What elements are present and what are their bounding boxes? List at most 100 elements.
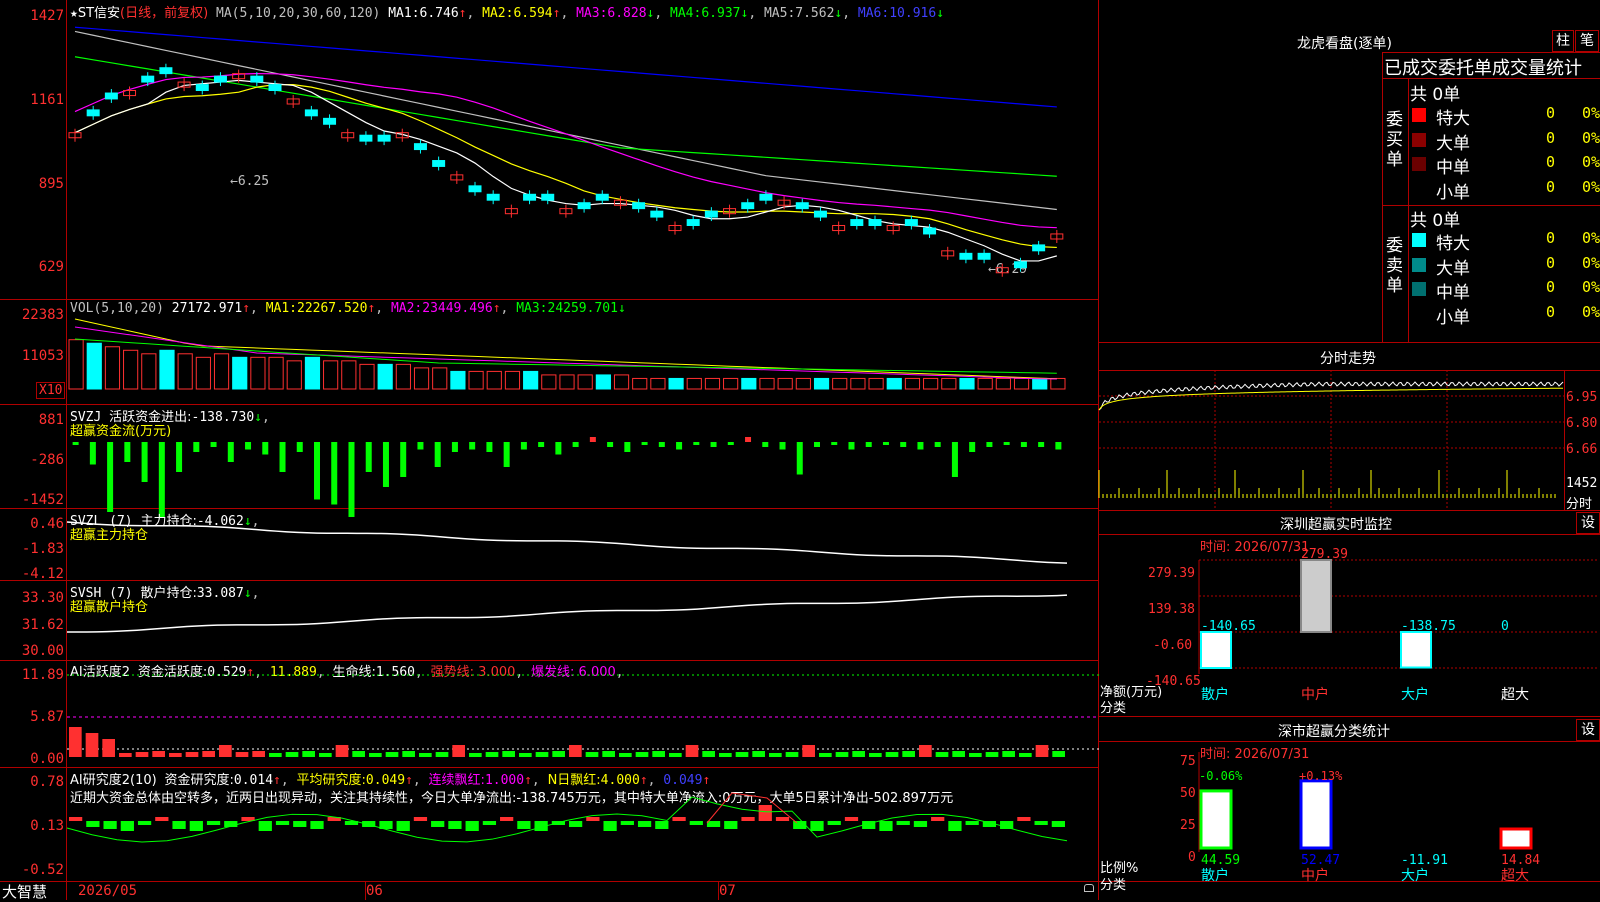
flow-bar [1003,442,1010,445]
volume-chart[interactable] [67,301,1099,401]
flow-bar [865,442,872,447]
flow-bar [814,442,820,447]
research-bar [931,817,945,821]
retail-holding-chart[interactable] [66,582,1099,660]
candlestick-chart[interactable] [67,18,1099,298]
flow-bar [986,442,993,447]
candle-body [704,210,718,218]
candle-body [1013,261,1027,269]
flow-bar [1038,442,1045,447]
flow-bar [262,442,269,455]
research-bar [758,805,772,821]
volume-bar [595,374,611,390]
sc-category-label: 超大 [1501,868,1529,884]
sell-orders-label: 委卖单 [1386,236,1404,296]
sc-classification-chart[interactable]: 44.59散户 52.47中户 -11.91大户 14.84超大 -0.06% +0.13… [1198,742,1599,884]
activity-bar [969,753,982,757]
candle-body [304,109,318,117]
intraday-tick-2: 6.80 [1566,416,1598,431]
flow-bar [417,442,424,450]
candle-body [541,193,555,201]
flow-bar [210,442,217,447]
candle-body [159,67,173,75]
sell-row-name-0: 特大 [1436,234,1470,254]
activity-bar [269,753,282,757]
sc-settings-button[interactable]: 设 [1576,719,1600,741]
candle-body [759,193,773,201]
main-holding-chart[interactable] [66,510,1099,580]
volume-bar [977,377,993,390]
flow-bar [745,437,752,442]
sc-top-label: -0.06% [1199,769,1243,783]
candle-body [977,252,991,260]
candle-body [1032,244,1046,252]
volume-bar [377,363,393,390]
buy-row-name-1: 大单 [1436,133,1470,154]
volume-bar [232,356,248,390]
sz-bar-value: -138.75 [1401,619,1456,634]
activity-bar [852,751,865,757]
activity-bar [869,753,882,757]
candle-body [650,210,664,218]
sz-settings-button[interactable]: 设 [1576,512,1600,534]
volume-bar [159,349,175,390]
activity-bar [152,751,165,757]
sz-tick-2: 139.38 [1148,602,1195,617]
sell-row-val-1: 0 [1546,253,1556,272]
sz-monitor-chart[interactable]: -140.65 散户 279.39 中户 -138.75 大户 0 超大 [1198,536,1599,716]
volume-bar [686,377,702,390]
volume-bar [650,377,666,390]
volume-bar [1013,377,1030,390]
activity-bar [752,751,765,757]
candle-body [813,210,827,218]
flow-bar [107,442,114,512]
sell-row-pct-0: 0% [1582,229,1600,247]
bar-mode-button[interactable]: 柱 [1552,30,1574,52]
brand-logo: 大智慧 [2,883,48,901]
svsh-ytick-1: 33.30 [21,590,64,606]
orders-subtitle: 已成交委托单成交量统计 [1384,58,1582,79]
flow-bar [365,442,372,472]
flow-bar [848,442,855,450]
activity-bar [552,751,565,757]
buy-row-val-1: 0 [1546,128,1556,147]
candle-body [432,160,446,167]
ai1-ytick-2: 5.87 [30,709,64,725]
sell-total: 共 0单 [1410,211,1461,231]
activity-bar [635,752,649,757]
activity-bar [369,753,382,757]
ai-research-chart[interactable] [66,768,1099,880]
activity-bar [935,752,949,757]
activity-bar [569,745,582,757]
research-bar [655,821,669,829]
active-funds-chart[interactable] [67,406,1099,517]
volume-bar [195,356,211,390]
volume-bar [1032,377,1048,390]
flow-bar [796,442,803,475]
candle-body [868,219,882,226]
candle-body [741,202,755,210]
buy-row-name-0: 特大 [1436,109,1470,129]
candle-body [523,193,537,201]
sz-title-line [1098,534,1600,535]
svzl-ytick-3: -4.12 [21,566,64,582]
research-bar [172,821,186,829]
volume-bar [250,356,266,390]
sz-category-label: 超大 [1501,687,1529,703]
research-bar [1034,821,1048,825]
buy-row-swatch-0 [1412,108,1426,122]
activity-bar [819,753,832,757]
tick-mode-button[interactable]: 笔 [1575,30,1599,52]
ai1-ytick-1: 11.89 [21,667,64,683]
intraday-chart[interactable] [1098,370,1565,510]
volume-bar [995,377,1011,390]
main-ytick-1: 1427 [30,8,64,24]
lock-icon[interactable] [1084,884,1094,892]
candle-body [577,202,591,210]
activity-bar [835,752,849,757]
flow-bar [658,442,665,447]
ai-activity-chart[interactable] [67,661,1099,766]
research-bar [206,821,221,825]
sell-row-val-0: 0 [1546,229,1556,247]
flow-bar [503,442,510,467]
